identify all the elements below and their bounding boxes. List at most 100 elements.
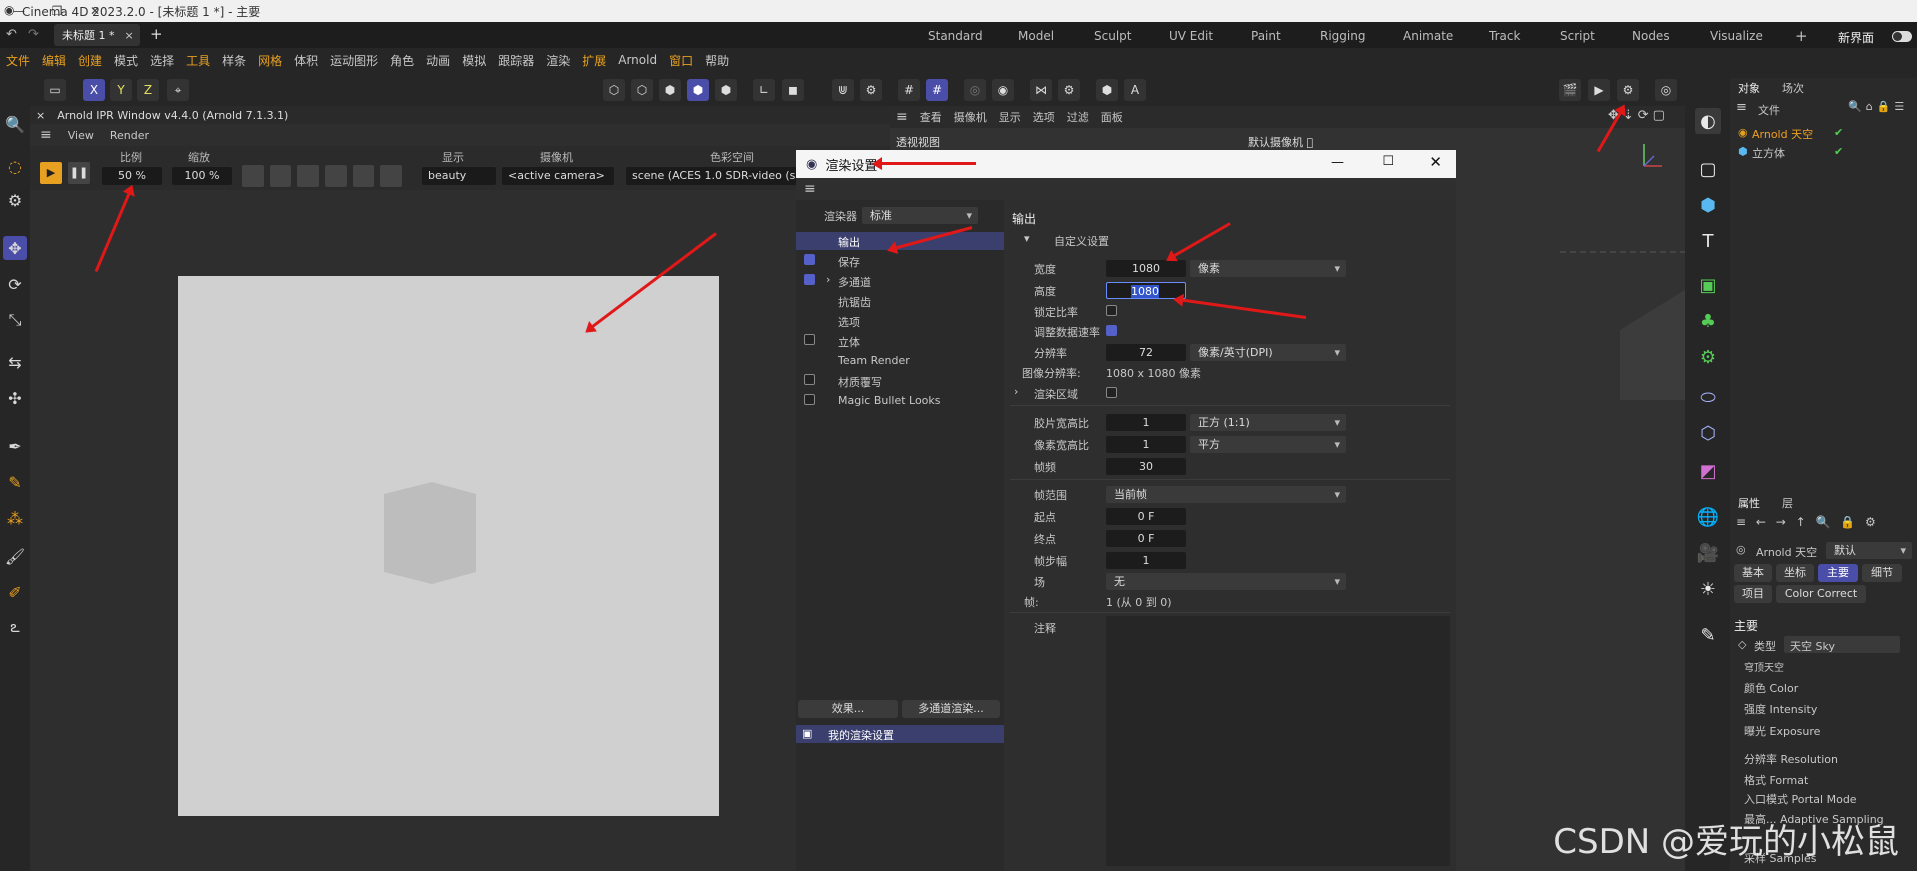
render-view-icon[interactable]: 🎬 (1559, 79, 1581, 101)
axis-z-button[interactable]: Z (137, 79, 159, 101)
film-aspect-input[interactable]: 1 (1106, 414, 1186, 431)
light-icon[interactable]: ☀ (1695, 576, 1721, 602)
object-item-cube[interactable]: 立方体 (1752, 145, 1785, 161)
ipr-menu-render[interactable]: Render (110, 129, 149, 142)
mode-animate[interactable]: Animate (1403, 29, 1453, 43)
viewport-menu-camera[interactable]: 摄像机 (954, 109, 987, 125)
zoom-field[interactable]: 100 % (172, 167, 232, 185)
attributes-toolbar-icons[interactable]: ≡ ← → ↑ 🔍 🔒 ⚙ (1736, 515, 1879, 529)
render-canvas[interactable] (178, 276, 719, 816)
menu-mode[interactable]: 模式 (114, 52, 138, 69)
viewport-menu-panel[interactable]: 面板 (1101, 109, 1123, 125)
model-mode-icon[interactable]: ⬢ (687, 79, 709, 101)
render-to-picture-viewer-icon[interactable]: ▶ (1588, 79, 1610, 101)
brush-icon[interactable]: 🖌 (3, 544, 27, 568)
symmetry-icon[interactable]: ⋈ (1030, 79, 1052, 101)
generator-icon[interactable]: ▣ (1695, 272, 1721, 298)
display-select[interactable]: beauty (422, 167, 496, 185)
attr-group-dome[interactable]: 穹顶天空 (1744, 659, 1784, 674)
undo-icon[interactable]: ↶ (6, 27, 17, 42)
param-intensity[interactable]: 强度 Intensity (1744, 701, 1817, 717)
tab-document[interactable]: 未标题 1 * × (54, 24, 140, 46)
redo-icon[interactable]: ↷ (28, 27, 39, 42)
menu-create[interactable]: 创建 (78, 52, 102, 69)
resolution-input[interactable]: 72 (1106, 344, 1186, 361)
menu-help[interactable]: 帮助 (705, 52, 729, 69)
ratio-field[interactable]: 50 % (102, 167, 162, 185)
frame-range-select[interactable]: 当前帧 (1106, 486, 1346, 503)
nav-magic-bullet-checkbox[interactable] (804, 394, 815, 405)
nav-multipass-expand-icon[interactable]: › (826, 273, 830, 286)
region-icon[interactable] (269, 165, 292, 187)
cube-icon[interactable]: ⬢ (1695, 192, 1721, 218)
dialog-hamburger-icon[interactable]: ≡ (796, 178, 1456, 200)
viewport-menu-view[interactable]: 查看 (920, 109, 942, 125)
grid-icon[interactable]: # (898, 79, 920, 101)
tab-objects[interactable]: 对象 (1738, 80, 1760, 96)
mode-visualize[interactable]: Visualize (1710, 29, 1763, 43)
attr-tab-color-correct[interactable]: Color Correct (1776, 585, 1866, 603)
param-resolution[interactable]: 分辨率 Resolution (1744, 751, 1838, 767)
tab-close-icon[interactable]: × (125, 29, 134, 42)
play-button[interactable]: ▶ (40, 162, 62, 184)
object-manager-icon[interactable]: ◐ (1695, 108, 1721, 134)
mode-standard[interactable]: Standard (928, 29, 983, 43)
mograph-icon[interactable]: ◩ (1695, 458, 1721, 484)
objects-hamburger-icon[interactable]: ≡ (1736, 100, 1747, 115)
deformer-gear-icon[interactable]: ⚙ (1695, 344, 1721, 370)
transform-icon[interactable]: ⇆ (3, 350, 27, 374)
search-icon[interactable]: 🔍 (3, 112, 27, 136)
mode-rigging[interactable]: Rigging (1320, 29, 1365, 43)
picker-icon[interactable] (380, 165, 403, 187)
viewport-menu-options[interactable]: 选项 (1033, 109, 1055, 125)
symmetry-settings-icon[interactable]: ⚙ (1058, 79, 1080, 101)
arnold-ipr-icon[interactable]: ◎ (1655, 79, 1677, 101)
menu-tools[interactable]: 工具 (186, 52, 210, 69)
viewport-hamburger-icon[interactable]: ≡ (896, 109, 908, 125)
mode-nodes[interactable]: Nodes (1632, 29, 1670, 43)
end-input[interactable]: 0 F (1106, 530, 1186, 547)
plane-icon[interactable]: ▢ (1695, 156, 1721, 182)
nav-material-override-checkbox[interactable] (804, 374, 815, 385)
mode-track[interactable]: Track (1489, 29, 1520, 43)
film-aspect-select[interactable]: 正方 (1:1) (1190, 414, 1346, 431)
sphere-icon[interactable]: ◎ (964, 79, 986, 101)
multi-transform-icon[interactable]: ✣ (3, 386, 27, 410)
knife-icon[interactable]: ✐ (3, 580, 27, 604)
add-tab-button[interactable]: + (150, 25, 163, 43)
nav-options-label[interactable]: 选项 (838, 314, 860, 330)
rotate-icon[interactable]: ⟳ (3, 272, 27, 296)
loop-icon[interactable]: ఽ (3, 616, 27, 640)
tab-layers[interactable]: 层 (1782, 495, 1793, 511)
workplane-icon[interactable]: ∟ (753, 79, 775, 101)
axis-y-button[interactable]: Y (110, 79, 132, 101)
mode-script[interactable]: Script (1560, 29, 1595, 43)
axis-x-button[interactable]: X (83, 79, 105, 101)
lock-ratio-checkbox[interactable] (1106, 305, 1117, 316)
texture-mode-icon[interactable]: ⬢ (715, 79, 737, 101)
menu-arnold[interactable]: Arnold (618, 53, 657, 67)
mode-model[interactable]: Model (1018, 29, 1054, 43)
scale-icon[interactable]: ⤡ (3, 308, 27, 332)
param-portal-mode[interactable]: 入口模式 Portal Mode (1744, 791, 1857, 807)
menu-animation[interactable]: 动画 (426, 52, 450, 69)
notes-textarea[interactable] (1106, 616, 1450, 866)
object-item-sky[interactable]: Arnold 天空 (1752, 126, 1813, 142)
menu-volume[interactable]: 体积 (294, 52, 318, 69)
resolution-unit-select[interactable]: 像素/英寸(DPI) (1190, 344, 1346, 361)
nav-team-render-label[interactable]: Team Render (838, 354, 910, 367)
renderer-select[interactable]: 标准 (862, 207, 978, 224)
attr-mode-select[interactable]: 默认 (1826, 542, 1912, 559)
cube-visible-check-icon[interactable]: ✔ (1834, 145, 1843, 158)
menu-tracker[interactable]: 跟踪器 (498, 52, 534, 69)
menu-window[interactable]: 窗口 (669, 52, 693, 69)
add-mode-button[interactable]: + (1795, 27, 1808, 45)
param-color[interactable]: 颜色 Color (1744, 680, 1798, 696)
mode-sculpt[interactable]: Sculpt (1094, 29, 1131, 43)
fps-input[interactable]: 30 (1106, 458, 1186, 475)
start-input[interactable]: 0 F (1106, 508, 1186, 525)
preset-expand-icon[interactable]: ▾ (1024, 232, 1030, 245)
menu-mesh[interactable]: 网格 (258, 52, 282, 69)
viewport-camera[interactable]: 默认摄像机 ゚ (1248, 134, 1313, 150)
nav-save-checkbox[interactable] (804, 254, 815, 265)
